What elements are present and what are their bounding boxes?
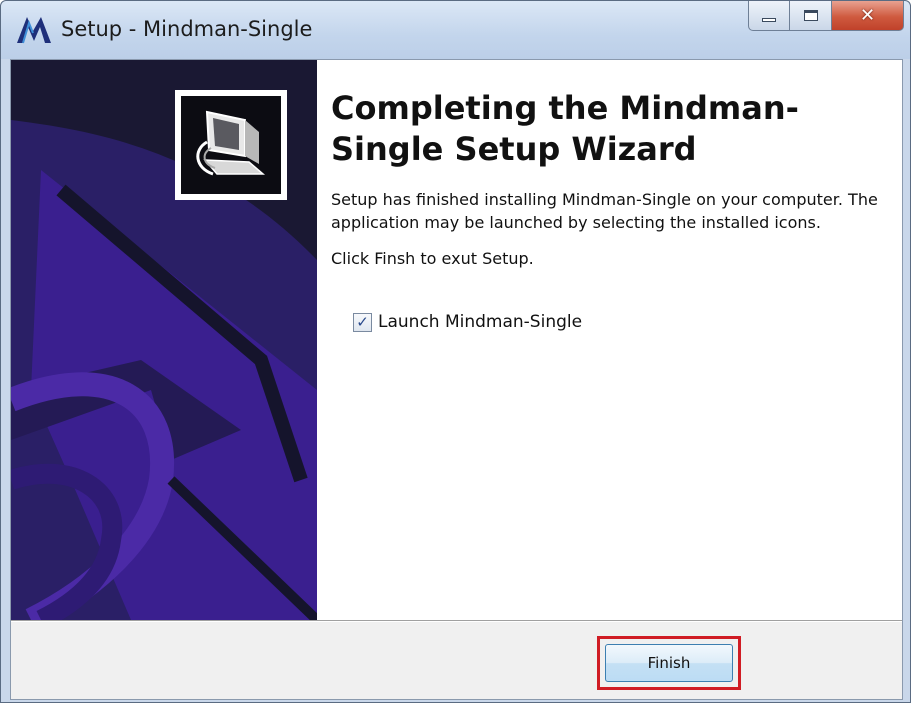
setup-window: Setup - Mindman-Single ✕ Completing the … xyxy=(0,0,911,703)
exit-instruction: Click Finsh to exut Setup. xyxy=(331,249,534,268)
maximize-icon xyxy=(803,10,818,21)
window-title: Setup - Mindman-Single xyxy=(61,17,313,41)
close-button[interactable]: ✕ xyxy=(832,1,904,31)
finish-highlight-box: Finish xyxy=(597,636,741,690)
wizard-content: Completing the Mindman-Single Setup Wiza… xyxy=(317,60,902,620)
launch-checkbox-row[interactable]: ✓ Launch Mindman-Single xyxy=(353,312,582,332)
maximize-button[interactable] xyxy=(790,1,832,31)
launch-checkbox-label[interactable]: Launch Mindman-Single xyxy=(378,312,582,332)
caption-buttons: ✕ xyxy=(748,1,904,31)
minimize-icon xyxy=(762,17,776,22)
close-icon: ✕ xyxy=(859,5,876,26)
minimize-button[interactable] xyxy=(748,1,790,31)
launch-checkbox[interactable]: ✓ xyxy=(353,312,372,332)
title-bar[interactable]: Setup - Mindman-Single ✕ xyxy=(1,1,910,59)
wizard-footer: Finish xyxy=(11,622,902,699)
wizard-client-area: Completing the Mindman-Single Setup Wiza… xyxy=(10,59,903,700)
wizard-banner-image xyxy=(11,60,317,620)
finish-button[interactable]: Finish xyxy=(605,644,733,682)
checkmark-icon: ✓ xyxy=(356,313,369,331)
mindman-logo-icon xyxy=(17,17,51,44)
computer-install-icon xyxy=(196,110,266,176)
page-title: Completing the Mindman-Single Setup Wiza… xyxy=(331,89,799,168)
finish-message: Setup has finished installing Mindman-Si… xyxy=(331,190,878,232)
